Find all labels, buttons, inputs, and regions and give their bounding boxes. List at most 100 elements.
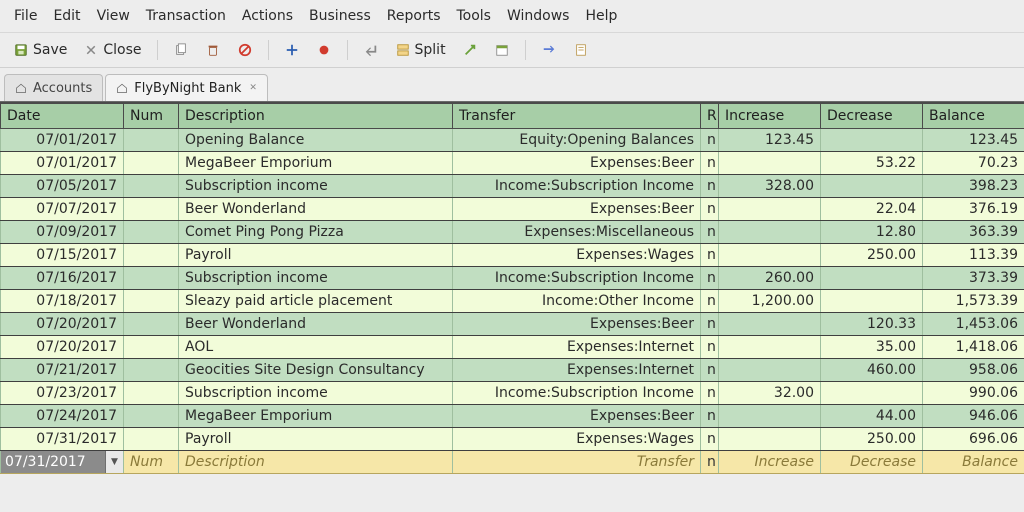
num-cell[interactable] [124, 313, 179, 336]
reconcile-cell[interactable]: n [701, 405, 719, 428]
date-cell[interactable]: 07/23/2017 [1, 382, 124, 405]
increase-cell[interactable] [719, 244, 821, 267]
desc-cell[interactable]: Payroll [179, 428, 453, 451]
decrease-cell[interactable]: 250.00 [821, 244, 923, 267]
date-cell[interactable]: 07/18/2017 [1, 290, 124, 313]
table-row[interactable]: 07/09/2017Comet Ping Pong PizzaExpenses:… [1, 221, 1024, 244]
increase-cell[interactable] [719, 313, 821, 336]
entry-transfer-cell[interactable]: Transfer [453, 451, 701, 474]
col-date[interactable]: Date [1, 103, 124, 129]
col-num[interactable]: Num [124, 103, 179, 129]
transfer-cell[interactable]: Expenses:Miscellaneous [453, 221, 701, 244]
balance-cell[interactable]: 113.39 [923, 244, 1024, 267]
reconcile-cell[interactable]: n [701, 152, 719, 175]
balance-cell[interactable]: 958.06 [923, 359, 1024, 382]
reconcile-cell[interactable]: n [701, 290, 719, 313]
decrease-cell[interactable]: 120.33 [821, 313, 923, 336]
transfer-cell[interactable]: Income:Subscription Income [453, 382, 701, 405]
delete-button[interactable] [200, 39, 226, 61]
col-decrease[interactable]: Decrease [821, 103, 923, 129]
decrease-cell[interactable]: 12.80 [821, 221, 923, 244]
jump-button[interactable] [457, 39, 483, 61]
entry-desc-cell[interactable]: Description [179, 451, 453, 474]
table-row[interactable]: 07/23/2017 Subscription incomeIncome:Subs… [1, 382, 1024, 405]
date-cell[interactable]: 07/01/2017 [1, 129, 124, 152]
menu-view[interactable]: View [89, 4, 138, 28]
col-balance[interactable]: Balance [923, 103, 1024, 129]
balance-cell[interactable]: 70.23 [923, 152, 1024, 175]
desc-cell[interactable]: Sleazy paid article placement [179, 290, 453, 313]
desc-cell[interactable]: Subscription income [179, 382, 453, 405]
date-cell[interactable]: 07/16/2017 [1, 267, 124, 290]
increase-cell[interactable] [719, 359, 821, 382]
num-cell[interactable] [124, 290, 179, 313]
reconcile-cell[interactable]: n [701, 359, 719, 382]
date-cell[interactable]: 07/31/2017 [1, 428, 124, 451]
menu-transaction[interactable]: Transaction [138, 4, 234, 28]
balance-cell[interactable]: 123.45 [923, 129, 1024, 152]
desc-cell[interactable]: MegaBeer Emporium [179, 152, 453, 175]
increase-cell[interactable]: 32.00 [719, 382, 821, 405]
date-cell[interactable]: 07/05/2017 [1, 175, 124, 198]
decrease-cell[interactable] [821, 382, 923, 405]
table-row[interactable]: 07/20/2017AOLExpenses:Internetn35.001,41… [1, 336, 1024, 359]
transfer-cell[interactable]: Expenses:Beer [453, 198, 701, 221]
decrease-cell[interactable] [821, 290, 923, 313]
balance-cell[interactable]: 373.39 [923, 267, 1024, 290]
decrease-cell[interactable]: 53.22 [821, 152, 923, 175]
increase-cell[interactable]: 328.00 [719, 175, 821, 198]
num-cell[interactable] [124, 175, 179, 198]
date-cell[interactable]: 07/15/2017 [1, 244, 124, 267]
increase-cell[interactable]: 260.00 [719, 267, 821, 290]
desc-cell[interactable]: Subscription income [179, 175, 453, 198]
reconcile-cell[interactable]: n [701, 382, 719, 405]
transfer-button[interactable] [536, 39, 562, 61]
entry-date-input[interactable]: 07/31/2017 [1, 451, 105, 473]
menu-edit[interactable]: Edit [45, 4, 88, 28]
reconcile-button[interactable] [568, 39, 594, 61]
increase-cell[interactable] [719, 198, 821, 221]
transfer-cell[interactable]: Income:Subscription Income [453, 267, 701, 290]
menu-reports[interactable]: Reports [379, 4, 449, 28]
date-cell[interactable]: 07/01/2017 [1, 152, 124, 175]
balance-cell[interactable]: 1,418.06 [923, 336, 1024, 359]
entry-reconcile-cell[interactable]: n [701, 451, 719, 474]
decrease-cell[interactable]: 460.00 [821, 359, 923, 382]
menu-windows[interactable]: Windows [499, 4, 578, 28]
table-row[interactable]: 07/01/2017MegaBeer EmporiumExpenses:Beer… [1, 152, 1024, 175]
decrease-cell[interactable] [821, 129, 923, 152]
menu-tools[interactable]: Tools [448, 4, 499, 28]
reconcile-cell[interactable]: n [701, 175, 719, 198]
num-cell[interactable] [124, 382, 179, 405]
balance-cell[interactable]: 990.06 [923, 382, 1024, 405]
balance-cell[interactable]: 376.19 [923, 198, 1024, 221]
increase-cell[interactable] [719, 428, 821, 451]
num-cell[interactable] [124, 336, 179, 359]
reconcile-cell[interactable]: n [701, 221, 719, 244]
table-row[interactable]: 07/31/2017PayrollExpenses:Wagesn250.0069… [1, 428, 1024, 451]
num-cell[interactable] [124, 244, 179, 267]
increase-cell[interactable] [719, 336, 821, 359]
reconcile-cell[interactable]: n [701, 244, 719, 267]
col-increase[interactable]: Increase [719, 103, 821, 129]
entry-row[interactable]: 07/31/2017 ▼ Num Description Transfer n … [1, 451, 1024, 474]
num-cell[interactable] [124, 359, 179, 382]
decrease-cell[interactable]: 22.04 [821, 198, 923, 221]
save-button[interactable]: Save [8, 39, 72, 61]
cancel-button[interactable] [232, 39, 258, 61]
increase-cell[interactable] [719, 221, 821, 244]
num-cell[interactable] [124, 221, 179, 244]
table-row[interactable]: 07/18/2017Sleazy paid article placementI… [1, 290, 1024, 313]
increase-cell[interactable]: 1,200.00 [719, 290, 821, 313]
menu-file[interactable]: File [6, 4, 45, 28]
reconcile-cell[interactable]: n [701, 267, 719, 290]
split-button[interactable]: Split [390, 39, 451, 61]
menu-actions[interactable]: Actions [234, 4, 301, 28]
tab-register[interactable]: FlyByNight Bank ✕ [105, 74, 268, 101]
desc-cell[interactable]: Payroll [179, 244, 453, 267]
balance-cell[interactable]: 946.06 [923, 405, 1024, 428]
table-row[interactable]: 07/20/2017Beer WonderlandExpenses:Beern1… [1, 313, 1024, 336]
num-cell[interactable] [124, 405, 179, 428]
menu-help[interactable]: Help [577, 4, 625, 28]
date-cell[interactable]: 07/07/2017 [1, 198, 124, 221]
